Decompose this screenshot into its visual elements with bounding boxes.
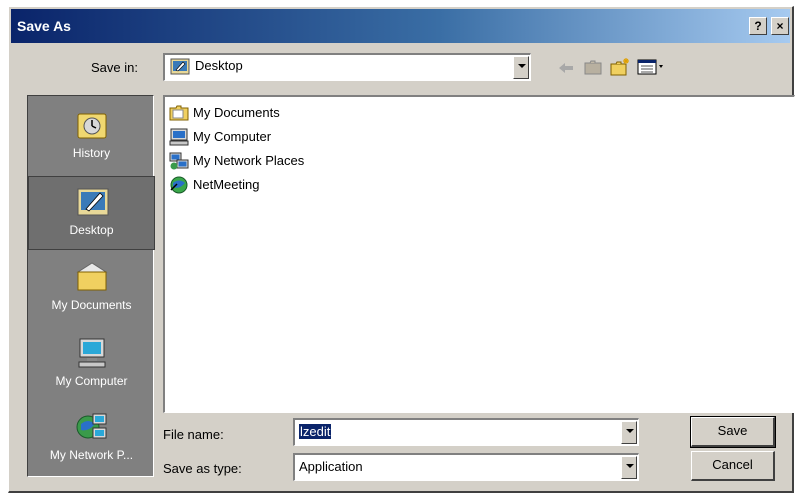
file-name-label: File name: (163, 427, 224, 442)
computer-icon (169, 128, 189, 146)
save-in-label: Save in: (91, 60, 138, 75)
history-icon (77, 113, 107, 139)
place-history-label: History (72, 146, 111, 160)
desktop-small-icon (170, 58, 190, 75)
save-as-dialog: Save As ? × Save in: Desktop History Des… (8, 6, 795, 493)
file-item-label: My Documents (193, 105, 280, 120)
up-folder-icon[interactable] (583, 58, 603, 76)
place-my-network[interactable]: My Network P... (28, 402, 155, 476)
save-in-combo[interactable]: Desktop (163, 53, 531, 81)
my-documents-icon (76, 262, 108, 291)
file-item-label: My Computer (193, 129, 272, 144)
save-in-value: Desktop (195, 58, 243, 73)
close-button[interactable]: × (771, 17, 789, 35)
places-bar: History Desktop My Documents My Computer… (27, 95, 155, 477)
place-my-documents[interactable]: My Documents (28, 252, 155, 326)
file-item-label: My Network Places (193, 153, 305, 168)
save-button[interactable]: Save (690, 416, 776, 448)
save-as-type-value: Application (299, 459, 363, 474)
window-title: Save As (17, 18, 71, 34)
save-in-dropdown-button[interactable] (513, 56, 529, 79)
file-list[interactable]: My Documents My Computer My Network Plac… (163, 95, 795, 413)
desktop-icon (77, 188, 109, 216)
place-my-network-label: My Network P... (49, 448, 134, 462)
network-icon (169, 152, 189, 170)
my-computer-icon (78, 338, 106, 368)
network-places-icon (76, 413, 107, 439)
netmeeting-icon (170, 176, 188, 194)
save-as-type-label: Save as type: (163, 461, 242, 476)
file-name-value: lzedit (299, 424, 332, 439)
place-desktop[interactable]: Desktop (28, 176, 155, 250)
place-my-computer-label: My Computer (55, 374, 128, 388)
file-name-dropdown-button[interactable] (621, 421, 637, 444)
view-menu-icon[interactable] (637, 59, 665, 75)
new-folder-icon[interactable] (609, 57, 631, 77)
help-button[interactable]: ? (749, 17, 767, 35)
cancel-button[interactable]: Cancel (691, 451, 775, 481)
place-desktop-label: Desktop (69, 223, 114, 237)
title-bar[interactable]: Save As ? × (11, 9, 790, 43)
place-my-documents-label: My Documents (51, 298, 132, 312)
file-item-label: NetMeeting (193, 177, 260, 192)
save-as-type-dropdown-button[interactable] (621, 456, 637, 479)
save-as-type-select[interactable]: Application (293, 453, 639, 481)
back-icon[interactable] (557, 61, 575, 75)
file-name-input[interactable]: lzedit (293, 418, 639, 446)
folder-icon (169, 105, 189, 121)
place-history[interactable]: History (28, 100, 155, 174)
place-my-computer[interactable]: My Computer (28, 328, 155, 402)
